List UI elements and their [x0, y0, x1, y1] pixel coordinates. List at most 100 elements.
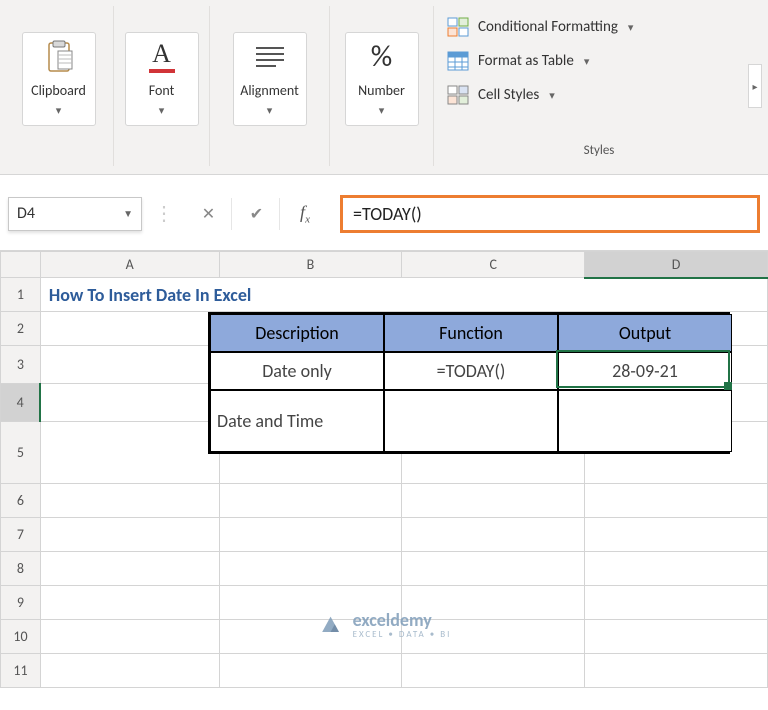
font-label: Font — [149, 83, 175, 98]
chevron-down-icon: ▾ — [549, 89, 555, 102]
insert-function-button[interactable]: fx — [282, 198, 328, 230]
chevron-down-icon: ▾ — [628, 21, 634, 34]
col-header[interactable]: C — [402, 252, 585, 278]
table-cell[interactable]: Date only — [210, 352, 384, 390]
cell[interactable] — [40, 312, 219, 346]
ribbon-group-alignment: Alignment ▾ — [210, 6, 330, 166]
table-cell[interactable]: Date and Time — [210, 390, 384, 452]
row-header[interactable]: 11 — [1, 654, 41, 688]
table-header: Output — [558, 314, 732, 352]
table-cell[interactable]: =TODAY() — [384, 352, 558, 390]
ribbon-group-number: % Number ▾ — [330, 6, 434, 166]
check-icon: ✔ — [250, 204, 263, 224]
cancel-formula-button[interactable]: ✕ — [186, 198, 232, 230]
cell[interactable] — [40, 552, 219, 586]
row-header[interactable]: 5 — [1, 422, 41, 484]
col-header[interactable]: D — [585, 252, 768, 278]
alignment-button[interactable]: Alignment ▾ — [233, 32, 307, 126]
cell[interactable] — [40, 422, 219, 484]
row-header[interactable]: 4 — [1, 384, 41, 422]
cell[interactable] — [40, 484, 219, 518]
row-header[interactable]: 7 — [1, 518, 41, 552]
clipboard-icon — [39, 37, 79, 77]
ribbon-collapse-button[interactable]: ▸ — [748, 64, 762, 108]
format-as-table-button[interactable]: Format as Table ▾ — [446, 48, 589, 74]
cell[interactable] — [40, 518, 219, 552]
table-cell[interactable]: 28-09-21 — [558, 352, 732, 390]
cell[interactable] — [585, 586, 768, 620]
formula-controls: ✕ ✔ fx — [186, 198, 328, 230]
row-header[interactable]: 6 — [1, 484, 41, 518]
select-all-corner[interactable] — [1, 252, 41, 278]
chevron-down-icon: ▼ — [123, 207, 133, 220]
row-header[interactable]: 2 — [1, 312, 41, 346]
cell[interactable] — [402, 552, 585, 586]
chevron-down-icon: ▾ — [267, 104, 273, 117]
row-header[interactable]: 1 — [1, 278, 41, 312]
cell[interactable] — [585, 552, 768, 586]
cell[interactable] — [219, 484, 402, 518]
table-cell[interactable] — [558, 390, 732, 452]
font-button[interactable]: A Font ▾ — [125, 32, 199, 126]
brand-name: exceldemy — [353, 609, 432, 631]
row-header[interactable]: 3 — [1, 346, 41, 384]
cell[interactable]: How To Insert Date In Excel — [40, 278, 767, 312]
conditional-formatting-icon — [446, 16, 470, 38]
chevron-down-icon: ▾ — [56, 104, 62, 117]
accept-formula-button[interactable]: ✔ — [234, 198, 280, 230]
number-label: Number — [358, 83, 405, 98]
brand-tag: EXCEL • DATA • BI — [353, 629, 452, 640]
ribbon-group-clipboard: Clipboard ▾ — [4, 6, 114, 166]
clipboard-button[interactable]: Clipboard ▾ — [22, 32, 96, 126]
col-header[interactable]: B — [219, 252, 402, 278]
ribbon: Clipboard ▾ A Font ▾ Align — [0, 0, 768, 175]
cell[interactable] — [402, 518, 585, 552]
col-header[interactable]: A — [40, 252, 219, 278]
cell[interactable] — [40, 346, 219, 384]
sheet-title: How To Insert Date In Excel — [41, 284, 767, 306]
alignment-icon — [250, 37, 290, 77]
alignment-label: Alignment — [240, 83, 299, 98]
row-header[interactable]: 9 — [1, 586, 41, 620]
cell[interactable] — [402, 484, 585, 518]
data-table: Description Function Output Date only =T… — [208, 312, 730, 454]
cell-styles-button[interactable]: Cell Styles ▾ — [446, 82, 555, 108]
cell[interactable] — [219, 654, 402, 688]
group-label-clipboard — [10, 143, 107, 166]
styles-group-label: Styles — [440, 143, 758, 166]
conditional-formatting-label: Conditional Formatting — [478, 18, 618, 36]
cell[interactable] — [40, 586, 219, 620]
formula-bar: D4 ▼ ⋮ ✕ ✔ fx =TODAY() — [0, 175, 768, 251]
formula-text: =TODAY() — [353, 203, 422, 225]
cell[interactable] — [585, 620, 768, 654]
cell[interactable] — [219, 552, 402, 586]
format-as-table-label: Format as Table — [478, 52, 574, 70]
conditional-formatting-button[interactable]: Conditional Formatting ▾ — [446, 14, 633, 40]
cell[interactable] — [585, 654, 768, 688]
cell[interactable] — [40, 384, 219, 422]
cell[interactable] — [219, 518, 402, 552]
cell-styles-label: Cell Styles — [478, 86, 539, 104]
chevron-down-icon: ▾ — [379, 104, 385, 117]
chevron-down-icon: ▾ — [159, 104, 165, 117]
table-header: Function — [384, 314, 558, 352]
clipboard-label: Clipboard — [31, 83, 86, 98]
table-header: Description — [210, 314, 384, 352]
number-button[interactable]: % Number ▾ — [345, 32, 419, 126]
table-cell[interactable] — [384, 390, 558, 452]
cell[interactable] — [585, 518, 768, 552]
separator-icon: ⋮ — [154, 201, 174, 226]
name-box[interactable]: D4 ▼ — [8, 197, 142, 231]
watermark: exceldemy EXCEL • DATA • BI — [317, 609, 452, 640]
row-header[interactable]: 10 — [1, 620, 41, 654]
cell[interactable] — [585, 484, 768, 518]
column-headers: A B C D — [1, 252, 768, 278]
cell[interactable] — [402, 654, 585, 688]
close-icon: ✕ — [202, 204, 215, 224]
formula-input[interactable]: =TODAY() — [340, 195, 760, 233]
cell[interactable] — [40, 654, 219, 688]
cell[interactable] — [40, 620, 219, 654]
row-header[interactable]: 8 — [1, 552, 41, 586]
ribbon-group-styles: Conditional Formatting ▾ Format as Table… — [434, 6, 764, 166]
percent-icon: % — [362, 37, 402, 77]
